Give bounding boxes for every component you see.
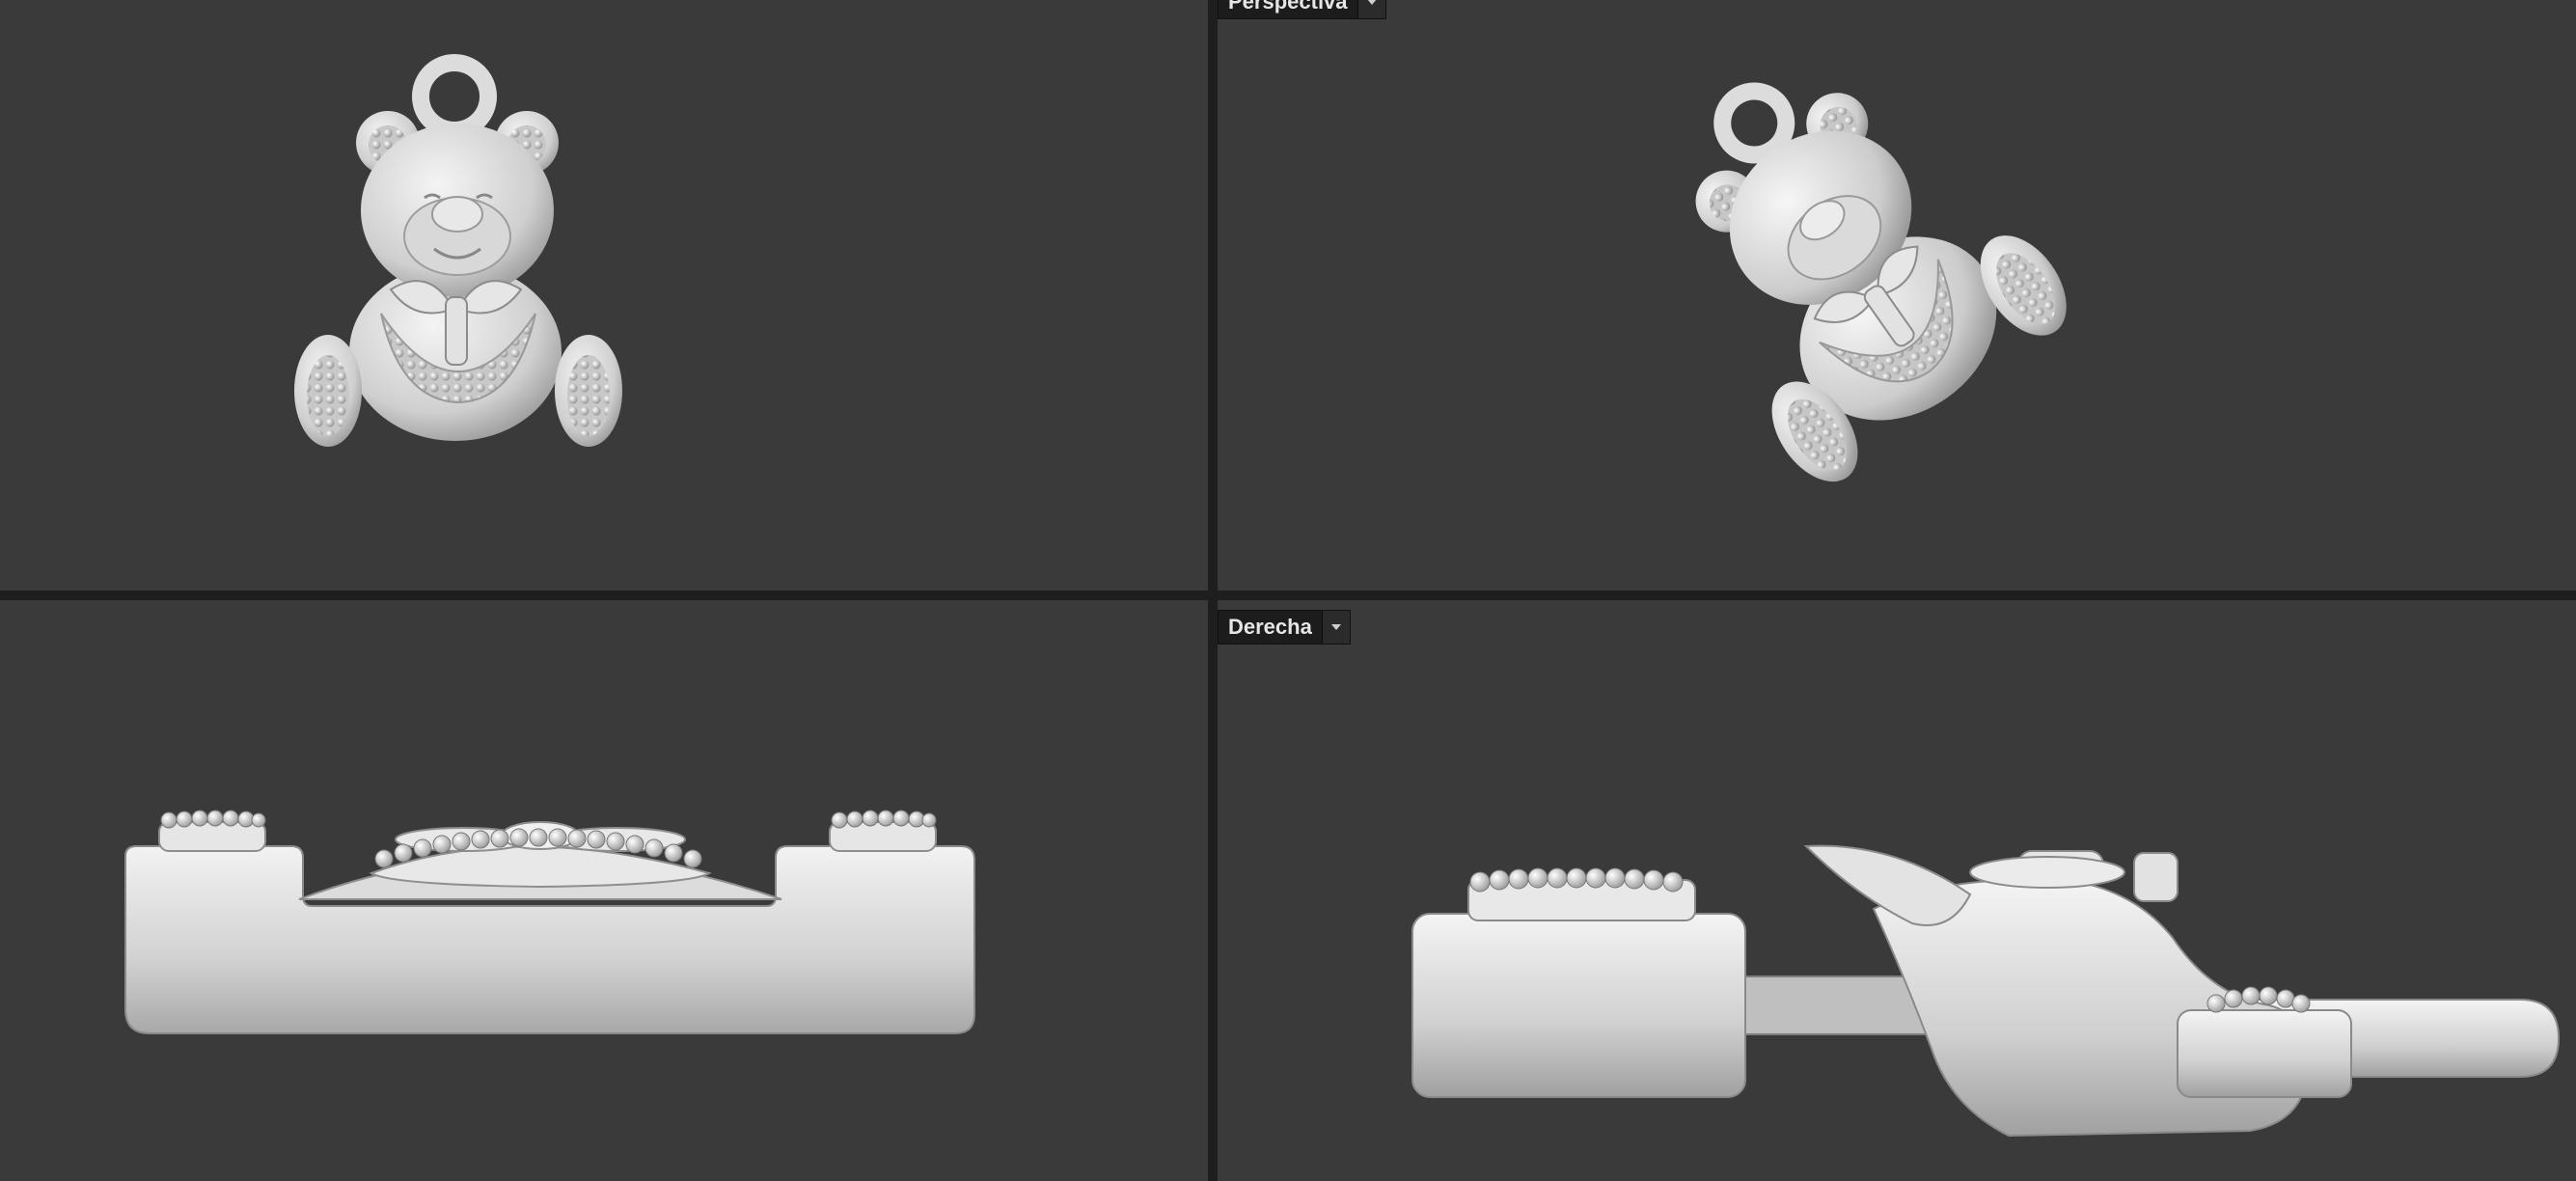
viewport-title-perspective[interactable]: Perspectiva <box>1218 0 1386 19</box>
teddy-bear-top-view <box>294 54 622 447</box>
viewport-right[interactable]: Derecha <box>1218 600 2576 1181</box>
rhino-four-viewport-layout: Perspectiva Derecha <box>0 0 2576 1181</box>
viewport-front[interactable] <box>0 600 1208 1181</box>
viewport-perspective[interactable]: Perspectiva <box>1218 0 2576 590</box>
teddy-bear-front-view <box>124 810 975 1034</box>
chevron-down-icon[interactable] <box>1321 611 1350 644</box>
viewport-title-label: Perspectiva <box>1228 0 1348 14</box>
viewport-top[interactable] <box>0 0 1208 590</box>
viewport-title-right[interactable]: Derecha <box>1218 610 1351 645</box>
teddy-bear-perspective-view <box>1695 82 2067 482</box>
teddy-bear-right-view <box>1411 844 2561 1138</box>
viewport-title-label: Derecha <box>1228 615 1312 639</box>
chevron-down-icon[interactable] <box>1357 0 1385 18</box>
